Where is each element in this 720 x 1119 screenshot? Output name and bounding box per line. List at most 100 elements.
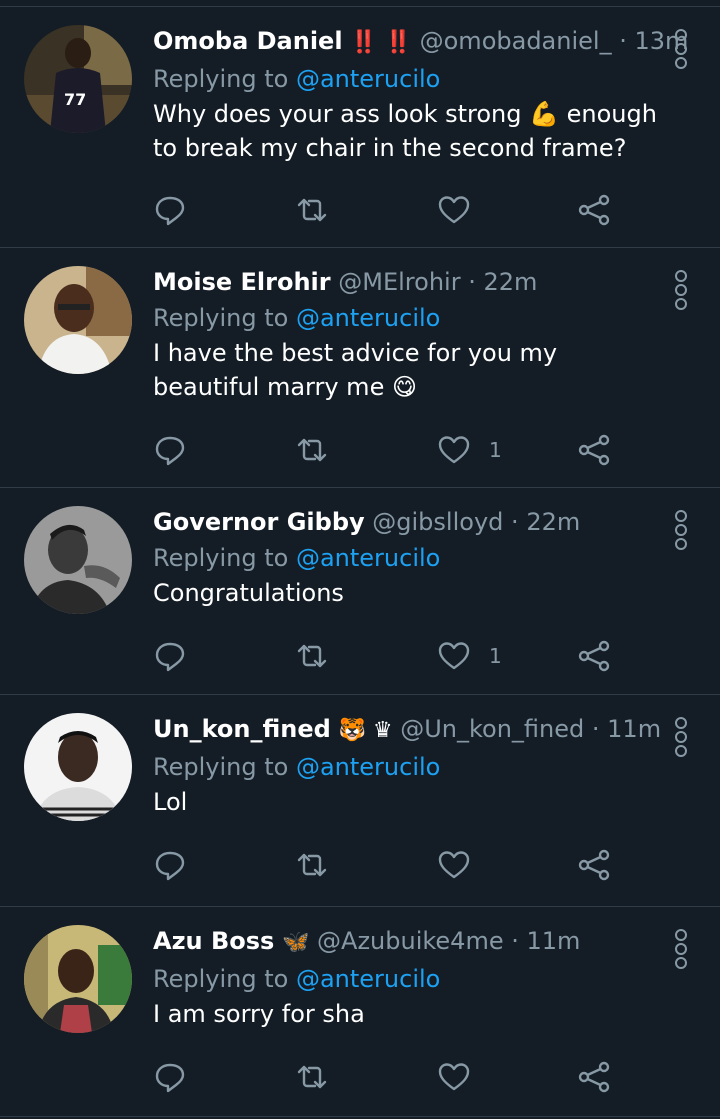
reply-button[interactable] — [153, 190, 187, 230]
author-name[interactable]: Governor Gibby — [153, 508, 365, 536]
replying-to-label: Replying to — [153, 65, 289, 93]
author-handle[interactable]: @MElrohir — [338, 268, 460, 296]
retweet-button[interactable] — [295, 636, 329, 676]
like-count: 1 — [489, 644, 502, 668]
more-options-button[interactable] — [674, 929, 688, 969]
avatar[interactable]: 77 — [24, 25, 132, 133]
share-icon — [578, 194, 610, 226]
tweet-header: Un_kon_fined 🐯 ♛ @Un_kon_fined · 11m — [153, 713, 661, 747]
tweet-text: Lol — [153, 788, 188, 816]
replying-to-label: Replying to — [153, 304, 289, 332]
author-name[interactable]: Moise Elrohir — [153, 268, 331, 296]
tweet-card[interactable]: Governor Gibby @gibslloyd · 22m Replying… — [0, 488, 720, 695]
mention-link[interactable]: @anterucilo — [296, 304, 440, 332]
reply-button[interactable] — [153, 430, 187, 470]
avatar[interactable] — [24, 266, 132, 374]
retweet-icon — [297, 644, 327, 668]
retweet-icon — [297, 438, 327, 462]
like-button[interactable] — [437, 1057, 489, 1097]
timestamp[interactable]: 22m — [526, 508, 580, 536]
author-handle[interactable]: @Un_kon_fined — [400, 715, 584, 743]
retweet-button[interactable] — [295, 190, 329, 230]
avatar[interactable] — [24, 713, 132, 821]
like-button[interactable] — [437, 190, 489, 230]
separator-dot: · — [511, 927, 519, 955]
heart-icon — [438, 642, 470, 670]
retweet-button[interactable] — [295, 1057, 329, 1097]
share-button[interactable] — [577, 1057, 611, 1097]
mention-link[interactable]: @anterucilo — [296, 965, 440, 993]
author-handle[interactable]: @gibslloyd — [372, 508, 503, 536]
reply-button[interactable] — [153, 1057, 187, 1097]
heart-icon — [438, 436, 470, 464]
reply-icon — [155, 642, 185, 672]
share-icon — [578, 640, 610, 672]
separator-dot: · — [619, 27, 627, 55]
tweet-card[interactable]: 77 Omoba Daniel ‼️ ‼️ @omobadaniel_ · 13… — [0, 7, 720, 248]
tweet-text: Why does your ass look strong 💪 enough t… — [153, 100, 657, 162]
tweet-actions — [153, 845, 623, 885]
retweet-button[interactable] — [295, 430, 329, 470]
tweet-actions: 1 — [153, 636, 623, 676]
mention-link[interactable]: @anterucilo — [296, 65, 440, 93]
replying-to: Replying to @anterucilo — [153, 298, 660, 338]
retweet-icon — [297, 1065, 327, 1089]
replying-to-label: Replying to — [153, 544, 289, 572]
like-button[interactable]: 1 — [437, 636, 502, 676]
heart-icon — [438, 196, 470, 224]
tweet-card[interactable]: Moise Elrohir @MElrohir · 22m Replying t… — [0, 248, 720, 488]
author-name[interactable]: Omoba Daniel — [153, 27, 343, 55]
author-name[interactable]: Azu Boss — [153, 927, 274, 955]
timestamp[interactable]: 11m — [527, 927, 581, 955]
tweet-header: Moise Elrohir @MElrohir · 22m — [153, 266, 660, 298]
separator-dot: · — [591, 715, 600, 743]
tweet-card[interactable]: Un_kon_fined 🐯 ♛ @Un_kon_fined · 11m Rep… — [0, 695, 720, 907]
reply-icon — [155, 1063, 185, 1093]
share-button[interactable] — [577, 190, 611, 230]
replying-to: Replying to @anterucilo — [153, 747, 660, 787]
tweet-text: Congratulations — [153, 579, 344, 607]
replying-to: Replying to @anterucilo — [153, 959, 660, 999]
avatar[interactable] — [24, 506, 132, 614]
more-options-button[interactable] — [674, 29, 688, 69]
share-icon — [578, 849, 610, 881]
tweet-card[interactable]: Azu Boss 🦋 @Azubuike4me · 11m Replying t… — [0, 907, 720, 1117]
replies-feed: 77 Omoba Daniel ‼️ ‼️ @omobadaniel_ · 13… — [0, 0, 720, 1119]
author-handle[interactable]: @omobadaniel_ — [420, 27, 612, 55]
author-name[interactable]: Un_kon_fined — [153, 715, 331, 743]
tweet-text: I have the best advice for you my beauti… — [153, 339, 558, 401]
tweet-header: Governor Gibby @gibslloyd · 22m — [153, 506, 660, 538]
reply-button[interactable] — [153, 845, 187, 885]
avatar[interactable] — [24, 925, 132, 1033]
reply-icon — [155, 436, 185, 466]
heart-icon — [438, 1063, 470, 1091]
like-button[interactable] — [437, 845, 489, 885]
replying-to: Replying to @anterucilo — [153, 538, 660, 578]
tweet-actions: 1 — [153, 430, 623, 470]
reply-button[interactable] — [153, 636, 187, 676]
share-button[interactable] — [577, 845, 611, 885]
separator-dot: · — [511, 508, 519, 536]
share-icon — [578, 1061, 610, 1093]
more-options-button[interactable] — [674, 270, 688, 310]
reply-icon — [155, 196, 185, 226]
retweet-icon — [297, 853, 327, 877]
timestamp[interactable]: 11m — [607, 715, 661, 743]
share-button[interactable] — [577, 636, 611, 676]
author-handle[interactable]: @Azubuike4me — [317, 927, 504, 955]
timestamp[interactable]: 22m — [483, 268, 537, 296]
like-button[interactable]: 1 — [437, 430, 502, 470]
like-count: 1 — [489, 438, 502, 462]
share-button[interactable] — [577, 430, 611, 470]
replying-to-label: Replying to — [153, 965, 289, 993]
more-options-button[interactable] — [674, 717, 688, 757]
tweet-actions — [153, 1057, 623, 1097]
replying-to: Replying to @anterucilo — [153, 59, 660, 99]
mention-link[interactable]: @anterucilo — [296, 544, 440, 572]
heart-icon — [438, 851, 470, 879]
retweet-button[interactable] — [295, 845, 329, 885]
tweet-header: Omoba Daniel ‼️ ‼️ @omobadaniel_ · 13m — [153, 25, 688, 59]
tweet-text: I am sorry for sha — [153, 1000, 365, 1028]
mention-link[interactable]: @anterucilo — [296, 753, 440, 781]
more-options-button[interactable] — [674, 510, 688, 550]
